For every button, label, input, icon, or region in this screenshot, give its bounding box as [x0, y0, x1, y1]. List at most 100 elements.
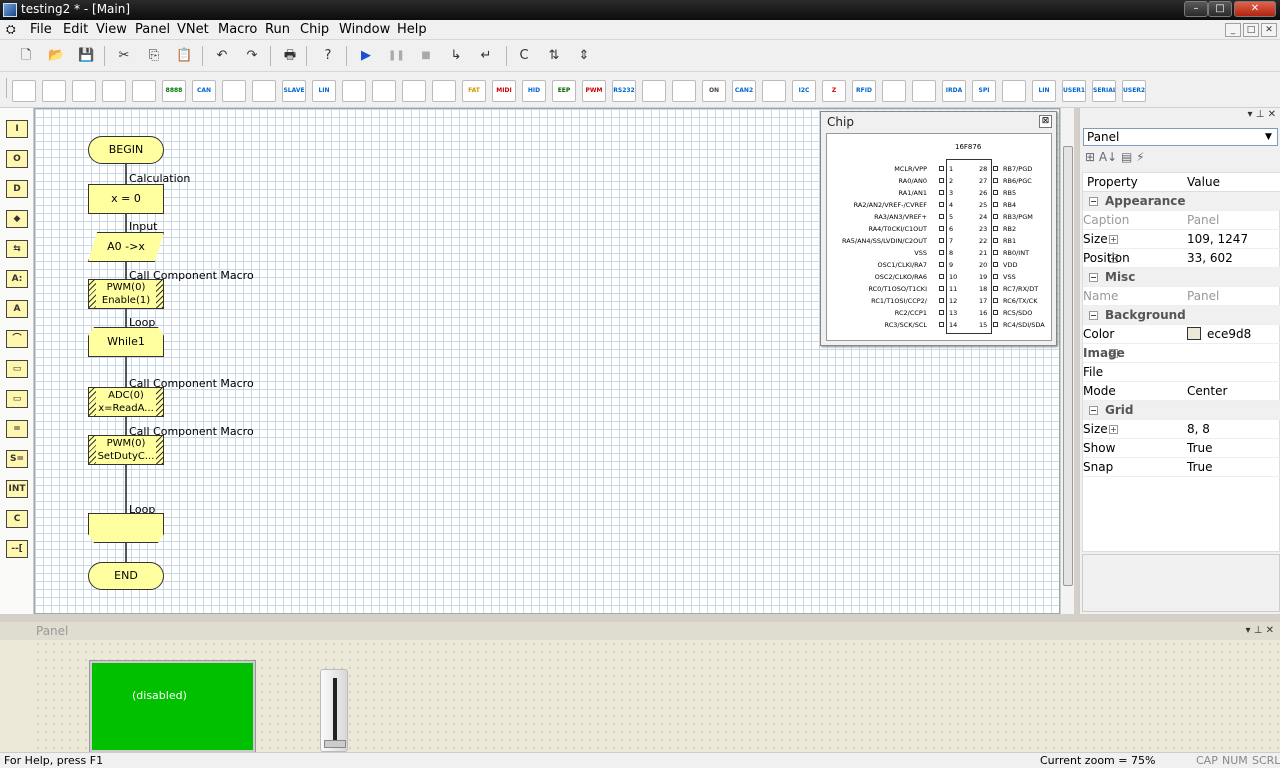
copy-icon[interactable]: ⎘ [146, 48, 162, 64]
chip-pin[interactable] [993, 262, 998, 267]
redo-icon[interactable]: ↷ [244, 48, 260, 64]
begin-terminal[interactable]: BEGIN [88, 136, 164, 164]
component-button-37[interactable]: SERIAL [1092, 80, 1116, 102]
minimize-button[interactable]: – [1184, 1, 1208, 17]
property-value[interactable]: Panel [1187, 287, 1219, 306]
component-button-4[interactable] [102, 80, 126, 102]
component-button-28[interactable]: Z [822, 80, 846, 102]
chip-pin[interactable] [993, 226, 998, 231]
component-button-8[interactable] [222, 80, 246, 102]
property-value[interactable]: True [1187, 439, 1213, 458]
component-button-2[interactable] [42, 80, 66, 102]
property-value[interactable]: Panel [1187, 211, 1219, 230]
property-row[interactable]: + Size 8, 8 [1083, 420, 1280, 439]
calculation-block[interactable]: x = 0 [88, 184, 164, 214]
component-button-35[interactable]: LIN [1032, 80, 1056, 102]
c-code-icon[interactable]: C [516, 48, 532, 64]
loop-icon[interactable]: ⌒ [6, 330, 28, 348]
save-icon[interactable]: 💾 [78, 48, 94, 64]
property-row[interactable]: Mode Center [1083, 382, 1280, 401]
panel-window-controls[interactable]: ▾ ⊥ ✕ [1246, 622, 1274, 640]
property-value[interactable]: 109, 1247 [1187, 230, 1248, 249]
chip-pin[interactable] [939, 190, 944, 195]
chip-pin[interactable] [993, 190, 998, 195]
run-icon[interactable]: ▶ [358, 48, 374, 64]
collapse-icon[interactable]: − [1089, 311, 1098, 320]
component-button-1[interactable] [12, 80, 36, 102]
menu-help[interactable]: Help [397, 22, 427, 37]
property-row[interactable]: Color ece9d8 [1083, 325, 1280, 344]
component-button-11[interactable]: LIN [312, 80, 336, 102]
component-button-26[interactable] [762, 80, 786, 102]
menu-file[interactable]: File [30, 22, 52, 37]
chip-pin[interactable] [939, 274, 944, 279]
property-row[interactable]: Snap True [1083, 458, 1280, 477]
chip-pin[interactable] [993, 202, 998, 207]
stop-icon[interactable]: ■ [418, 48, 434, 64]
slider-thumb[interactable] [324, 740, 346, 748]
component-button-22[interactable] [642, 80, 666, 102]
component-button-16[interactable]: FAT [462, 80, 486, 102]
object-select[interactable]: Panel ▼ [1083, 128, 1278, 146]
component-button-25[interactable]: CAN2 [732, 80, 756, 102]
cut-icon[interactable]: ✂ [116, 48, 132, 64]
component-button-21[interactable]: RS232 [612, 80, 636, 102]
property-value[interactable]: ece9d8 [1187, 325, 1251, 344]
c-code-icon[interactable]: C [6, 510, 28, 528]
delay-icon[interactable]: D [6, 180, 28, 198]
component-button-10[interactable]: SLAVE [282, 80, 306, 102]
expand-icon[interactable]: + [1109, 425, 1118, 434]
component-button-9[interactable] [252, 80, 276, 102]
chip-pin[interactable] [939, 286, 944, 291]
component-button-29[interactable]: RFID [852, 80, 876, 102]
component-button-32[interactable]: IRDA [942, 80, 966, 102]
loop-block[interactable] [88, 513, 164, 543]
property-category[interactable]: − Grid [1083, 401, 1280, 420]
help-icon[interactable]: ? [320, 48, 336, 64]
property-row[interactable]: Caption Panel [1083, 211, 1280, 230]
component-button-6[interactable]: 8888 [162, 80, 186, 102]
menu-panel[interactable]: Panel [135, 22, 170, 37]
chip-pin[interactable] [939, 166, 944, 171]
chip-close-button[interactable]: ⊠ [1039, 115, 1052, 128]
chip-window[interactable]: Chip ⊠ 16F876 MCLR/VPP RB7/PGD 1 28 RA0/AN0 R… [820, 111, 1057, 346]
component-button-12[interactable] [342, 80, 366, 102]
chip-pin[interactable] [993, 274, 998, 279]
macro-icon[interactable]: A: [6, 270, 28, 288]
properties-window-controls[interactable]: ▾ ⊥ ✕ [1248, 109, 1276, 120]
decision-icon[interactable]: ◆ [6, 210, 28, 228]
chip-pin[interactable] [939, 262, 944, 267]
chip-pin[interactable] [939, 178, 944, 183]
comment-icon[interactable]: --[ [6, 540, 28, 558]
menu-view[interactable]: View [96, 22, 127, 37]
menu-chip[interactable]: Chip [300, 22, 329, 37]
component-button-36[interactable]: USER1 [1062, 80, 1086, 102]
property-row[interactable]: − Image [1083, 344, 1280, 363]
end-terminal[interactable]: END [88, 562, 164, 590]
property-category[interactable]: − Appearance [1083, 192, 1280, 211]
canvas-vertical-scrollbar[interactable] [1060, 108, 1074, 614]
chip-pin[interactable] [939, 310, 944, 315]
chip-pin[interactable] [993, 286, 998, 291]
property-grid[interactable]: Property Value − Appearance Caption Panel + S… [1082, 172, 1280, 552]
chip-pin[interactable] [993, 166, 998, 171]
calculation-icon[interactable]: ▭ [6, 360, 28, 378]
pause-icon[interactable]: ❚❚ [388, 48, 405, 64]
component-icon[interactable]: ▭ [6, 390, 28, 408]
menu-macro[interactable]: Macro [218, 22, 257, 37]
switch-icon[interactable]: = [6, 420, 28, 438]
property-category[interactable]: − Background [1083, 306, 1280, 325]
paste-icon[interactable]: 📋 [176, 48, 192, 64]
mdi-minimize-button[interactable]: _ [1225, 23, 1241, 37]
chip-pin[interactable] [939, 322, 944, 327]
print-icon[interactable]: 🖶 [282, 48, 298, 64]
menu-edit[interactable]: Edit [63, 22, 88, 37]
component-button-23[interactable] [672, 80, 696, 102]
led-component[interactable]: (disabled) [90, 661, 255, 752]
property-row[interactable]: Name Panel [1083, 287, 1280, 306]
property-value[interactable]: 33, 602 [1187, 249, 1233, 268]
component-macro-block[interactable]: PWM(0) SetDutyC... [88, 435, 164, 465]
property-value[interactable]: 8, 8 [1187, 420, 1210, 439]
close-button[interactable]: ✕ [1234, 1, 1276, 17]
component-button-7[interactable]: CAN [192, 80, 216, 102]
